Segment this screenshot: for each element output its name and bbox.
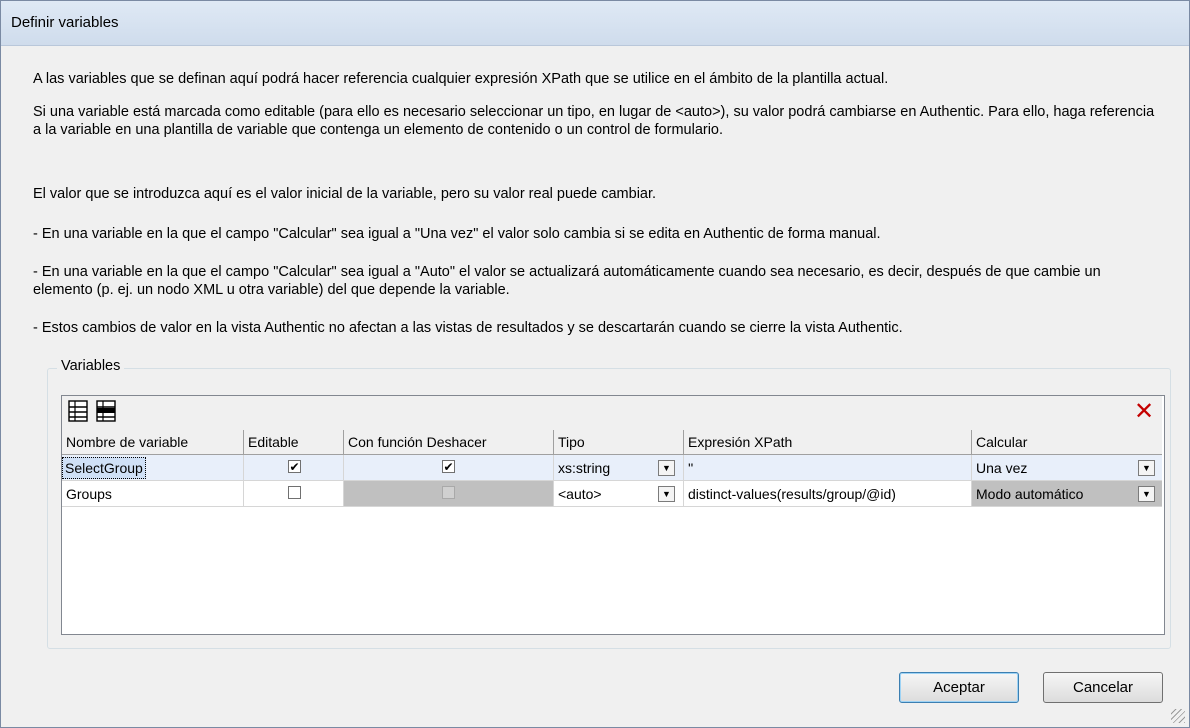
editable-cell (244, 481, 344, 507)
column-header-name[interactable]: Nombre de variable (62, 430, 244, 454)
dialog-title: Definir variables (11, 14, 119, 31)
xpath-value: distinct-values(results/group/@id) (688, 486, 896, 502)
undo-cell-disabled (344, 481, 554, 507)
description-paragraph-6: - Estos cambios de valor en la vista Aut… (33, 320, 903, 336)
xpath-cell[interactable]: distinct-values(results/group/@id) (684, 481, 972, 507)
chevron-down-icon[interactable]: ▼ (658, 486, 675, 502)
resize-grip-icon[interactable] (1171, 709, 1185, 723)
type-cell[interactable]: <auto> ▼ (554, 481, 684, 507)
grid-header: Nombre de variable Editable Con función … (62, 430, 1162, 455)
table-row: Groups <auto> ▼ distinct-values(results/… (62, 481, 1162, 507)
type-value: xs:string (558, 460, 611, 476)
description-paragraph-4: - En una variable en la que el campo "Ca… (33, 226, 881, 242)
cancel-button[interactable]: Cancelar (1043, 672, 1163, 703)
undo-checkbox (442, 486, 455, 499)
append-row-icon[interactable] (66, 398, 92, 424)
variables-group-label: Variables (57, 358, 125, 374)
delete-icon[interactable]: ✕ (1132, 400, 1156, 424)
editable-cell: ✔ (244, 455, 344, 481)
name-cell[interactable]: SelectGroup (62, 455, 244, 481)
description-paragraph-2: Si una variable está marcada como editab… (33, 104, 1155, 138)
description-paragraph-3: El valor que se introduzca aquí es el va… (33, 186, 657, 202)
column-header-type[interactable]: Tipo (554, 430, 684, 454)
column-header-calc[interactable]: Calcular (972, 430, 1162, 454)
undo-cell: ✔ (344, 455, 554, 481)
title-bar: Definir variables (1, 1, 1189, 46)
description-paragraph-5: - En una variable en la que el campo "Ca… (33, 264, 1101, 298)
type-cell[interactable]: xs:string ▼ (554, 455, 684, 481)
calc-cell[interactable]: Modo automático ▼ (972, 481, 1162, 507)
variable-name-input[interactable]: SelectGroup (62, 457, 146, 479)
variable-name-value: Groups (66, 486, 112, 502)
chevron-down-icon[interactable]: ▼ (1138, 486, 1155, 502)
editable-checkbox[interactable]: ✔ (288, 460, 301, 473)
type-value: <auto> (558, 486, 602, 502)
calc-value: Una vez (976, 460, 1028, 476)
chevron-down-icon[interactable]: ▼ (1138, 460, 1155, 476)
grid-toolbar: ✕ (62, 396, 1162, 431)
description-paragraph-1: A las variables que se definan aquí podr… (33, 71, 889, 87)
undo-checkbox[interactable]: ✔ (442, 460, 455, 473)
table-row: SelectGroup ✔ ✔ xs:string ▼ '' Una vez ▼ (62, 455, 1162, 481)
chevron-down-icon[interactable]: ▼ (658, 460, 675, 476)
editable-checkbox[interactable] (288, 486, 301, 499)
xpath-cell[interactable]: '' (684, 455, 972, 481)
calc-value: Modo automático (976, 486, 1084, 502)
column-header-xpath[interactable]: Expresión XPath (684, 430, 972, 454)
dialog-window: Definir variables A las variables que se… (0, 0, 1190, 728)
column-header-editable[interactable]: Editable (244, 430, 344, 454)
calc-cell[interactable]: Una vez ▼ (972, 455, 1162, 481)
name-cell[interactable]: Groups (62, 481, 244, 507)
variables-grid: ✕ Nombre de variable Editable Con funció… (61, 395, 1165, 635)
xpath-value: '' (688, 460, 694, 476)
column-header-undo[interactable]: Con función Deshacer (344, 430, 554, 454)
insert-row-icon[interactable] (94, 398, 120, 424)
accept-button[interactable]: Aceptar (899, 672, 1019, 703)
